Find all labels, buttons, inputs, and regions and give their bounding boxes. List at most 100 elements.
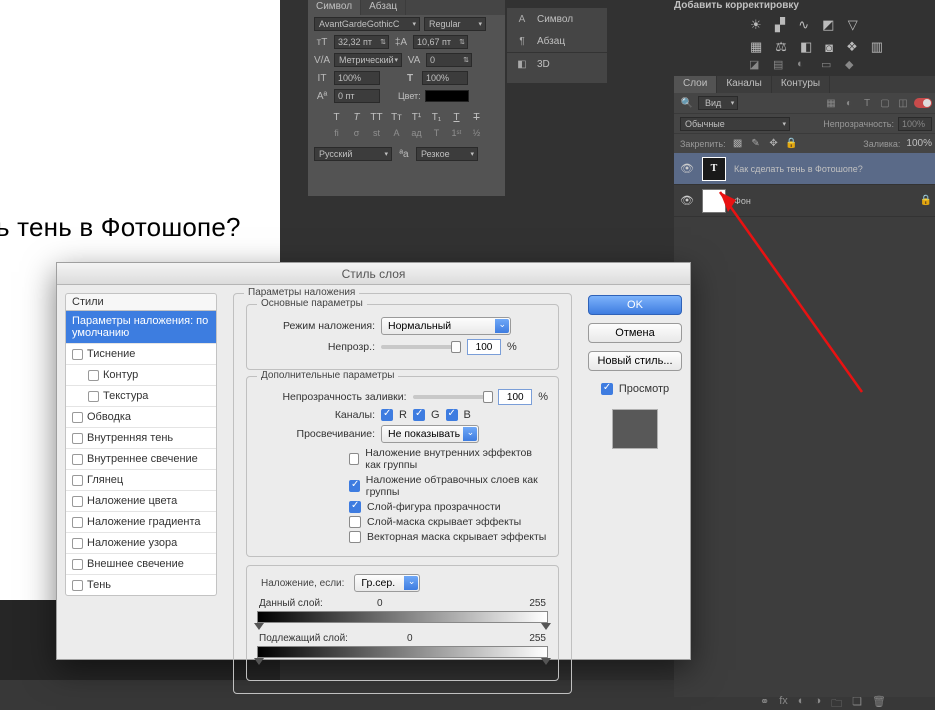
superscript-button[interactable]: T¹ [409,109,425,125]
vibrance-icon[interactable]: ▽ [847,17,858,33]
threshold-icon[interactable]: ◐ [797,58,811,72]
tab-channels[interactable]: Каналы [717,76,772,93]
ot-fi[interactable]: fi [329,128,345,142]
gradient-map-icon[interactable]: ▭ [821,58,835,72]
bw-icon[interactable]: ◧ [800,39,812,55]
text-color-swatch[interactable] [425,90,469,102]
layer-mask-hides-checkbox[interactable] [349,516,361,528]
new-style-button[interactable]: Новый стиль... [588,351,682,371]
font-style-select[interactable]: Regular [424,17,486,31]
style-inner-shadow[interactable]: Внутренняя тень [66,428,216,449]
blend-mode-select[interactable]: Обычные [680,117,790,131]
font-family-select[interactable]: AvantGardeGothicC [314,17,420,31]
fill-opacity-slider[interactable] [413,395,493,399]
blend-mode-select-dlg[interactable]: Нормальный [381,317,511,335]
ot-half[interactable]: ½ [469,128,485,142]
knockout-select[interactable]: Не показывать [381,425,479,443]
fill-opacity-value[interactable]: 100 [498,389,532,405]
blend-if-select[interactable]: Гр.сер. [354,574,420,592]
ot-1st[interactable]: 1ˢᵗ [449,128,465,142]
allcaps-button[interactable]: TT [369,109,385,125]
tab-character[interactable]: Символ [308,0,361,15]
hue-icon[interactable]: ▦ [750,39,762,55]
channel-r-checkbox[interactable] [381,409,393,421]
style-pattern-overlay[interactable]: Наложение узора [66,533,216,554]
kerning-select[interactable]: Метрический [334,53,402,67]
eye-icon[interactable]: 👁 [680,194,694,207]
curves-icon[interactable]: ∿ [798,17,809,33]
style-color-overlay[interactable]: Наложение цвета [66,491,216,512]
layer-name[interactable]: Фон [734,196,751,206]
ot-ad[interactable]: aд [409,128,425,142]
filter-adjust-icon[interactable]: ◐ [842,96,856,110]
antialias-select[interactable]: Резкое [416,147,478,161]
style-outer-glow[interactable]: Внешнее свечение [66,554,216,575]
opacity-slider[interactable] [381,345,461,349]
vscale-input[interactable]: 100% [334,71,380,85]
style-contour[interactable]: Контур [66,365,216,386]
style-gradient-overlay[interactable]: Наложение градиента [66,512,216,533]
channel-mixer-icon[interactable]: ❖ [846,39,858,55]
ot-sigma[interactable]: σ [349,128,365,142]
filter-type-icon[interactable]: T [860,96,874,110]
channel-b-checkbox[interactable] [446,409,458,421]
lock-position-icon[interactable]: ✥ [768,138,780,150]
collapsed-3d[interactable]: ◧3D [507,52,607,75]
underline-button[interactable]: T [449,109,465,125]
faux-bold-button[interactable]: T [329,109,345,125]
tracking-input[interactable]: 0 [426,53,472,67]
brightness-icon[interactable]: ☀ [750,17,762,33]
style-stroke[interactable]: Обводка [66,407,216,428]
new-layer-icon[interactable]: ❏ [852,695,862,710]
ot-A[interactable]: A [389,128,405,142]
language-select[interactable]: Русский [314,147,392,161]
cancel-button[interactable]: Отмена [588,323,682,343]
lock-all-icon[interactable]: 🔒 [786,138,798,150]
filter-pixel-icon[interactable]: ▦ [824,96,838,110]
underlying-layer-slider[interactable] [257,646,548,658]
baseline-input[interactable]: 0 пт [334,89,380,103]
tab-layers[interactable]: Слои [674,76,717,93]
opacity-input[interactable]: 100% [898,117,932,131]
style-bevel[interactable]: Тиснение [66,344,216,365]
filter-shape-icon[interactable]: ▢ [878,96,892,110]
style-inner-glow[interactable]: Внутреннее свечение [66,449,216,470]
style-satin[interactable]: Глянец [66,470,216,491]
tab-paths[interactable]: Контуры [772,76,830,93]
lut-icon[interactable]: ▥ [871,39,883,55]
blend-clipped-checkbox[interactable] [349,480,360,492]
leading-input[interactable]: 10,67 пт [413,35,468,49]
new-fill-icon[interactable]: ◑ [814,695,821,710]
eye-icon[interactable]: 👁 [680,162,694,175]
vector-mask-hides-checkbox[interactable] [349,531,361,543]
mask-icon[interactable]: ◐ [798,695,805,710]
selective-color-icon[interactable]: ◆ [845,58,859,72]
opacity-value[interactable]: 100 [467,339,501,355]
transparency-shapes-checkbox[interactable] [349,501,361,513]
filter-toggle[interactable] [914,98,932,108]
channel-g-checkbox[interactable] [413,409,425,421]
smallcaps-button[interactable]: Tт [389,109,405,125]
ot-T1[interactable]: T [429,128,445,142]
ok-button[interactable]: OK [588,295,682,315]
filter-smart-icon[interactable]: ◫ [896,96,910,110]
layer-filter-select[interactable]: Вид [698,96,738,110]
levels-icon[interactable]: ▞ [775,17,786,33]
group-icon[interactable]: 🗀 [831,695,842,710]
fx-icon[interactable]: fx [779,695,788,710]
trash-icon[interactable]: 🗑 [872,695,886,710]
tab-paragraph[interactable]: Абзац [361,0,406,15]
layer-row-background[interactable]: 👁 Фон 🔒 [674,185,935,217]
invert-icon[interactable]: ◪ [749,58,763,72]
subscript-button[interactable]: T₁ [429,109,445,125]
hscale-input[interactable]: 100% [422,71,468,85]
collapsed-paragraph[interactable]: ¶Абзац [507,30,607,52]
photo-filter-icon[interactable]: ◙ [825,39,833,55]
style-blending-options[interactable]: Параметры наложения: по умолчанию [66,311,216,344]
posterize-icon[interactable]: ▤ [773,58,787,72]
blend-interior-checkbox[interactable] [349,453,359,465]
layer-row-text[interactable]: 👁 T Как сделать тень в Фотошопе? [674,153,935,185]
fill-input[interactable]: 100% [906,138,932,149]
exposure-icon[interactable]: ◩ [822,17,834,33]
preview-checkbox[interactable] [601,383,613,395]
